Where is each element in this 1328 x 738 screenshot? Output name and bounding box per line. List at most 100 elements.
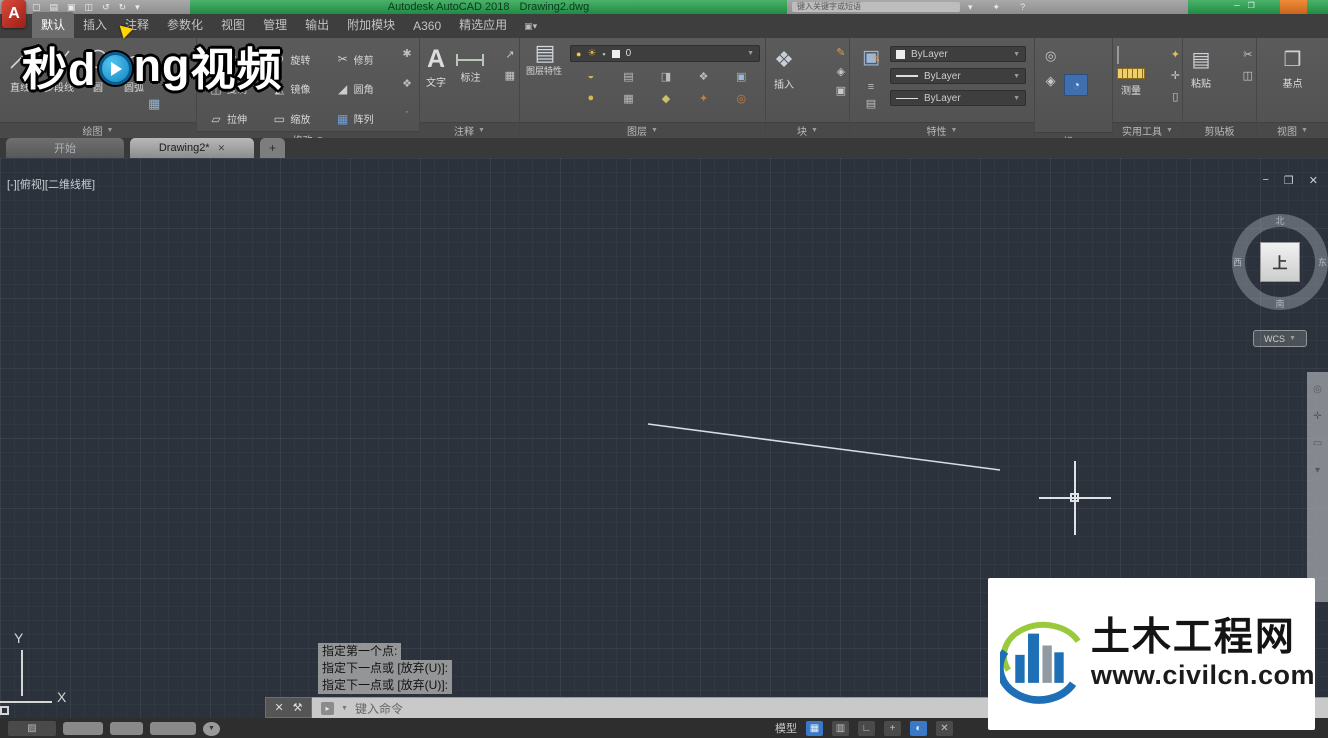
- trim-tool[interactable]: ✂ 修剪: [336, 47, 389, 72]
- copy-clip-icon[interactable]: ◫: [1243, 69, 1253, 82]
- layout-tab[interactable]: [63, 722, 103, 735]
- lineweight-toggle-icon[interactable]: ✕: [936, 720, 953, 736]
- osnap-toggle-icon[interactable]: ◐: [910, 720, 927, 736]
- panel-label-properties[interactable]: 特性 ▼: [850, 122, 1034, 138]
- layer-dropdown[interactable]: ● ☀ ▪ 0 ▼: [570, 45, 760, 62]
- layer-tool-icon[interactable]: ◨: [647, 70, 685, 83]
- tab-start[interactable]: 开始: [6, 138, 124, 158]
- layer-tool-icon[interactable]: ▦: [610, 92, 648, 105]
- layer-tool-icon[interactable]: ▣: [722, 70, 760, 83]
- ribbon-tab-addins[interactable]: 附加模块: [338, 12, 404, 38]
- edit-block-icon[interactable]: ✎: [836, 46, 846, 59]
- civilcn-watermark: 土木工程网 www.civilcn.com: [988, 578, 1315, 730]
- layout-tab[interactable]: [150, 722, 196, 735]
- create-block-icon[interactable]: ◈: [836, 65, 846, 78]
- prompt-line: 指定第一个点:: [318, 643, 402, 660]
- civilcn-site-url: www.civilcn.com: [1090, 659, 1315, 690]
- layout-tab[interactable]: [110, 722, 143, 735]
- search-input[interactable]: 键入关键字或短语: [792, 2, 960, 12]
- layer-tool-icon[interactable]: ✦: [685, 92, 723, 105]
- text-icon: A: [426, 45, 446, 73]
- civilcn-logo-icon: [1000, 621, 1081, 704]
- paste-tool[interactable]: ▤ 粘贴: [1191, 38, 1211, 90]
- ribbon-options-icon[interactable]: ▣▾: [516, 15, 545, 38]
- grid-toggle-icon[interactable]: ▦: [806, 720, 823, 736]
- model-space-label[interactable]: 模型: [775, 720, 797, 736]
- layer-tool-icon[interactable]: ●: [572, 92, 610, 105]
- panel-utilities-title: 实用工具: [1122, 127, 1163, 138]
- properties-list-icon[interactable]: ≡ ▤: [856, 79, 886, 112]
- measure-tool[interactable]: 测量: [1117, 38, 1145, 97]
- close-command-icon[interactable]: ✕: [274, 701, 283, 714]
- panel-expand-icon: ▼: [106, 127, 114, 134]
- panel-label-clipboard[interactable]: 剪贴板: [1183, 122, 1256, 138]
- table-icon[interactable]: ▦: [505, 69, 515, 82]
- dimension-tool[interactable]: 标注: [456, 38, 485, 84]
- panel-label-draw[interactable]: 绘图 ▼: [0, 122, 196, 138]
- array-tool[interactable]: ▦ 阵列: [336, 106, 389, 131]
- drawing-canvas[interactable]: [-][俯视][二维线框] − ❐ ✕ 北 南 西 东 上 WCS ▼ ◎ ✛ …: [0, 158, 1328, 730]
- close-tab-icon[interactable]: ✕: [218, 143, 226, 154]
- layer-tool-icon[interactable]: ◎: [722, 92, 760, 105]
- autocad-app-menu-icon[interactable]: A: [2, 0, 26, 28]
- erase-icon[interactable]: ✱: [399, 47, 415, 72]
- hatch-icon[interactable]: ▦: [148, 96, 160, 112]
- layer-tool-icon[interactable]: ◒: [572, 70, 610, 83]
- play-button-icon: [98, 52, 132, 85]
- drawn-line-segment[interactable]: [647, 423, 1001, 471]
- panel-label-block[interactable]: 块 ▼: [766, 122, 849, 138]
- help-icon[interactable]: ?: [1020, 1, 1025, 13]
- scale-tool[interactable]: ▭ 缩放: [272, 106, 325, 131]
- panel-properties: ▣ ✎ ≡ ▤ ByLayer ▼ ByLayer ▼ ByLayer ▼ 特性…: [850, 38, 1035, 138]
- layout-tabs-area: ▨ ▼: [8, 721, 220, 736]
- leader-icon[interactable]: ↗: [505, 48, 514, 61]
- tab-drawing2[interactable]: Drawing2* ✕: [130, 138, 254, 158]
- point-icon[interactable]: ✛: [1171, 69, 1180, 82]
- lineweight-dropdown[interactable]: ByLayer ▼: [890, 68, 1026, 84]
- insert-block-tool[interactable]: ❖ 插入: [774, 38, 794, 91]
- polar-toggle-icon[interactable]: +: [884, 720, 901, 736]
- layer-tool-icon[interactable]: ◆: [647, 92, 685, 105]
- stretch-tool[interactable]: ▱ 拉伸: [209, 106, 262, 131]
- grid-display-button[interactable]: ▨: [8, 721, 56, 736]
- panel-label-layers[interactable]: 图层 ▼: [520, 122, 765, 138]
- layout-menu-icon[interactable]: ▼: [203, 721, 220, 736]
- sign-in-icon[interactable]: ▾: [968, 1, 973, 13]
- snap-toggle-icon[interactable]: ▥: [832, 720, 849, 736]
- a360-icon[interactable]: ✦: [993, 1, 1001, 13]
- new-drawing-tab-button[interactable]: +: [260, 138, 285, 158]
- ribbon-tab-a360[interactable]: A360: [404, 15, 450, 38]
- customize-wrench-icon[interactable]: ⚒: [293, 701, 303, 714]
- object-color-dropdown[interactable]: ByLayer ▼: [890, 46, 1026, 62]
- explode-icon[interactable]: ❖: [399, 77, 415, 102]
- ribbon-tab-output[interactable]: 输出: [296, 12, 338, 38]
- ortho-toggle-icon[interactable]: ∟: [858, 720, 875, 736]
- panel-properties-title: 特性: [926, 127, 947, 138]
- layer-properties-tool[interactable]: ▤ 图层特性: [524, 40, 566, 76]
- layer-tool-icon[interactable]: ▤: [610, 70, 648, 83]
- text-tool[interactable]: A 文字: [426, 38, 446, 90]
- linetype-dropdown[interactable]: ByLayer ▼: [890, 90, 1026, 106]
- base-tool[interactable]: ❒ 基点: [1283, 38, 1303, 90]
- match-properties-tool[interactable]: ▣ ✎ ≡ ▤: [856, 46, 886, 112]
- quick-select-icon[interactable]: ✦: [1171, 48, 1180, 61]
- panel-label-view[interactable]: 视图 ▼: [1257, 122, 1328, 138]
- layer-properties-label: 图层特性: [525, 66, 562, 76]
- ribbon-tab-featured-apps[interactable]: 精选应用: [450, 12, 516, 38]
- panel-layers: ▤ 图层特性 ● ☀ ▪ 0 ▼ ◒ ▤ ◨ ❖ ▣ ● ▦ ◆ ✦ ◎ 图层 …: [520, 38, 766, 138]
- fillet-tool[interactable]: ◢ 圆角: [336, 77, 389, 102]
- panel-label-annotation[interactable]: 注释 ▼: [420, 122, 519, 138]
- ungroup-icon[interactable]: ◈: [1045, 73, 1056, 89]
- layer-freeze-icon: ☀: [587, 48, 597, 59]
- recent-commands-icon[interactable]: ▼: [341, 705, 348, 712]
- block-attributes-icon[interactable]: ▣: [836, 84, 846, 97]
- layer-tool-icon[interactable]: ❖: [685, 70, 723, 83]
- panel-label-utilities[interactable]: 实用工具 ▼: [1113, 122, 1182, 138]
- cut-icon[interactable]: ✂: [1243, 48, 1252, 61]
- more-modify-icon[interactable]: ·: [399, 106, 415, 131]
- id-icon[interactable]: ▯: [1172, 90, 1178, 103]
- stretch-icon: ▱: [211, 111, 221, 126]
- base-tool-label: 基点: [1282, 79, 1303, 90]
- group-icon[interactable]: ◎: [1045, 48, 1056, 64]
- group-selection-toggle[interactable]: ◔: [1064, 74, 1089, 96]
